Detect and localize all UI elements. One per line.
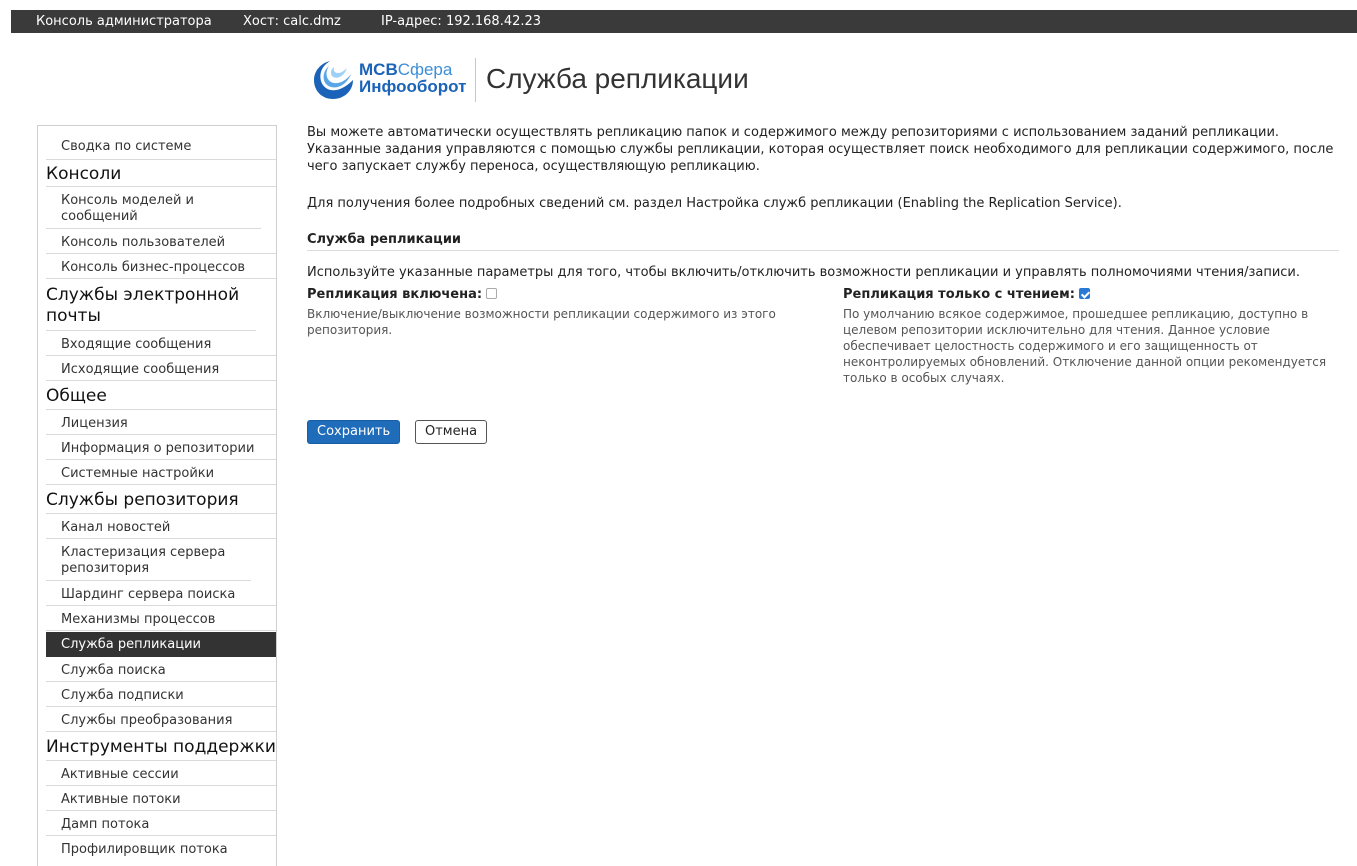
- sidebar-item-label: Консоль пользователей: [61, 235, 226, 250]
- sidebar-item-label: Дамп потока: [61, 817, 150, 832]
- sidebar-item-process-engines[interactable]: Механизмы процессов: [46, 607, 276, 631]
- section-description: Используйте указанные параметры для того…: [307, 265, 1301, 280]
- sidebar-group-repo-services: Службы репозитория: [46, 486, 276, 514]
- sidebar-item-repo-info[interactable]: Информация о репозитории: [46, 436, 276, 460]
- sidebar-item-clustering[interactable]: Кластеризация сервера репозитория: [46, 540, 251, 581]
- sidebar-item-license[interactable]: Лицензия: [46, 411, 276, 435]
- sidebar-item-replication[interactable]: Служба репликации: [46, 632, 276, 657]
- sidebar-item-subscription[interactable]: Служба подписки: [46, 683, 276, 707]
- sidebar-item-label: Служба подписки: [61, 688, 184, 703]
- sidebar-item-active-threads[interactable]: Активные потоки: [46, 787, 276, 811]
- sidebar-item-system-settings[interactable]: Системные настройки: [46, 461, 276, 485]
- section-title: Служба репликации: [307, 231, 1339, 251]
- sidebar-group-consoles: Консоли: [46, 161, 276, 187]
- sidebar-item-label: Механизмы процессов: [61, 612, 216, 627]
- sidebar-item-thread-dump[interactable]: Дамп потока: [46, 812, 276, 836]
- replication-enabled-checkbox[interactable]: [486, 288, 498, 299]
- sidebar-item-label: Системные настройки: [61, 466, 215, 481]
- sidebar-item-label: Исходящие сообщения: [61, 362, 220, 377]
- sidebar-item-label: Службы преобразования: [61, 713, 233, 728]
- sidebar-item-search-service[interactable]: Служба поиска: [46, 658, 276, 682]
- sidebar-item-label: Сводка по системе: [61, 139, 192, 154]
- sidebar-item-label: Консоль бизнес-процессов: [61, 260, 246, 275]
- sidebar-item-system-summary[interactable]: Сводка по системе: [46, 126, 276, 160]
- sidebar-item-workflow-console[interactable]: Консоль бизнес-процессов: [46, 255, 276, 279]
- sidebar-item-label: Канал новостей: [61, 520, 171, 535]
- sidebar-item-label: Лицензия: [61, 416, 128, 431]
- sidebar-group-email: Службы электронной почты: [46, 280, 256, 331]
- top-bar: Консоль администратора Хост: calc.dmz IP…: [11, 10, 1357, 33]
- brand-divider: [475, 58, 476, 102]
- sidebar-item-label: Служба поиска: [61, 663, 166, 678]
- sidebar-item-search-sharding[interactable]: Шардинг сервера поиска: [46, 582, 276, 606]
- replication-enabled-desc: Включение/выключение возможности реплика…: [307, 307, 776, 337]
- read-only-label: Репликация только с чтением:: [843, 287, 1075, 302]
- sidebar-item-label: Активные сессии: [61, 767, 179, 782]
- read-only-desc: По умолчанию всякое содержимое, прошедше…: [843, 307, 1327, 385]
- sidebar-group-support-tools: Инструменты поддержки: [46, 733, 276, 761]
- sidebar-item-models-console[interactable]: Консоль моделей и сообщений: [46, 188, 261, 229]
- intro-text: Вы можете автоматически осуществлять реп…: [307, 125, 1334, 174]
- page-title: Служба репликации: [486, 63, 749, 94]
- sidebar-item-label: Шардинг сервера поиска: [61, 587, 236, 602]
- ip-label: IP-адрес: 192.168.42.23: [381, 14, 542, 29]
- sidebar-item-label: Кластеризация сервера репозитория: [61, 545, 226, 576]
- sidebar-group-general: Общее: [46, 382, 276, 410]
- logo-text: МСВСфера Инфооборот: [359, 60, 467, 96]
- more-info-text: Для получения более подробных сведений с…: [307, 196, 1122, 211]
- sidebar-item-label: Активные потоки: [61, 792, 181, 807]
- sidebar-item-transformation[interactable]: Службы преобразования: [46, 708, 276, 732]
- save-button[interactable]: Сохранить: [307, 420, 401, 444]
- cancel-button[interactable]: Отмена: [415, 420, 488, 444]
- sidebar-item-users-console[interactable]: Консоль пользователей: [46, 230, 276, 254]
- sidebar-item-active-sessions[interactable]: Активные сессии: [46, 762, 276, 786]
- logo-icon: [313, 60, 355, 100]
- console-title: Консоль администратора: [36, 14, 212, 29]
- sidebar-item-news-feed[interactable]: Канал новостей: [46, 515, 276, 539]
- host-label: Хост: calc.dmz: [243, 14, 341, 29]
- sidebar-nav: Сводка по системе Консоли Консоль моделе…: [37, 125, 277, 866]
- sidebar-item-label: Консоль моделей и сообщений: [61, 193, 194, 224]
- read-only-checkbox[interactable]: [1078, 288, 1090, 299]
- replication-enabled-option: Репликация включена:: [307, 286, 498, 303]
- sidebar-item-label: Входящие сообщения: [61, 337, 212, 352]
- sidebar-item-inbound[interactable]: Входящие сообщения: [46, 332, 276, 356]
- sidebar-item-outbound[interactable]: Исходящие сообщения: [46, 357, 276, 381]
- sidebar-item-label: Служба репликации: [61, 637, 201, 652]
- sidebar-item-thread-profiler[interactable]: Профилировщик потока: [46, 837, 276, 861]
- replication-enabled-label: Репликация включена:: [307, 287, 483, 302]
- sidebar-item-label: Профилировщик потока: [61, 842, 228, 857]
- read-only-option: Репликация только с чтением:: [843, 286, 1090, 303]
- sidebar-item-label: Информация о репозитории: [61, 441, 255, 456]
